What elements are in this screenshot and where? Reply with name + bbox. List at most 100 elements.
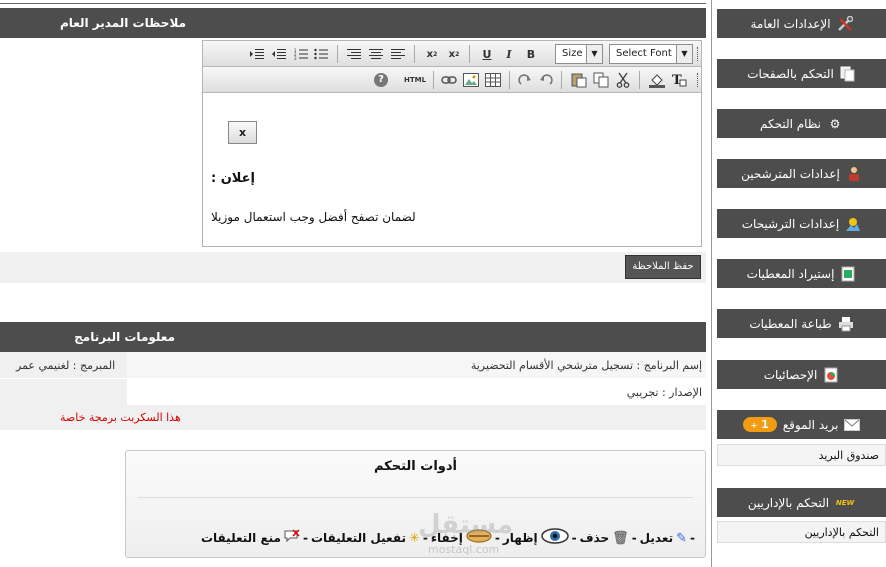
announcement-title: إعلان : [210, 171, 255, 186]
paste-icon[interactable] [571, 72, 587, 88]
align-left-icon[interactable] [390, 46, 406, 62]
toolbar-grip[interactable] [697, 73, 700, 87]
unordered-list-icon[interactable] [313, 46, 329, 62]
sidebar-item-candidates[interactable]: إعدادات المترشحين [717, 159, 886, 188]
sidebar-item-label: الإحصائيات [763, 367, 818, 382]
legend-separator: - [690, 531, 695, 545]
comment-blocked-icon [284, 529, 300, 547]
font-size-select[interactable]: Size ▼ [555, 44, 603, 64]
bold-icon[interactable]: B [523, 46, 539, 62]
html-icon[interactable]: HTML [403, 72, 427, 88]
svg-text:3: 3 [294, 56, 297, 60]
image-icon[interactable] [463, 72, 479, 88]
legend-disable-comments: منع التعليقات [200, 531, 281, 545]
plus-icon: + [750, 421, 758, 430]
italic-icon[interactable]: I [501, 46, 517, 62]
sidebar-item-site-mail[interactable]: بريد الموقع 1 + [717, 410, 886, 439]
mail-count-badge[interactable]: 1 + [742, 417, 777, 432]
program-name-label: إسم البرنامج : تسجيل مترشحي الأقسام التح… [470, 359, 702, 372]
sidebar-item-label: التحكم بالإداريين [747, 495, 830, 510]
font-size-select-value: Size [562, 48, 583, 59]
sidebar-item-label: إعدادات الترشيحات [741, 216, 840, 231]
sidebar-item-label: إستيراد المعطيات [746, 266, 835, 281]
sidebar-item-nominations[interactable]: إعدادات الترشيحات [717, 209, 886, 238]
sidebar-link-mailbox[interactable]: صندوق البريد [717, 444, 886, 466]
indent-icon[interactable] [249, 46, 265, 62]
toolbar-separator [337, 45, 338, 63]
chevron-down-icon: ▼ [586, 45, 602, 63]
sidebar-item-import[interactable]: إستيراد المعطيات [717, 259, 886, 288]
sidebar-item-pages[interactable]: التحكم بالصفحات [717, 59, 886, 88]
table-icon[interactable] [485, 72, 501, 88]
link-icon[interactable] [441, 72, 457, 88]
legend-edit: تعديل [639, 531, 674, 545]
envelope-icon [844, 417, 861, 433]
program-info-header: معلومات البرنامج [0, 322, 706, 352]
nominations-icon [845, 216, 861, 232]
undo-icon[interactable] [538, 72, 554, 88]
notes-header: ملاحظات المدير العام [0, 8, 706, 38]
cut-icon[interactable] [615, 72, 631, 88]
pencil-icon: ✎ [676, 530, 688, 546]
sidebar-link-admins[interactable]: التحكم بالإداريين [717, 521, 886, 543]
toolbar-separator [469, 45, 470, 63]
sidebar-item-admins[interactable]: NEW التحكم بالإداريين [717, 488, 886, 517]
save-note-button[interactable]: حفظ الملاحظة [625, 255, 701, 279]
close-button[interactable]: x [228, 121, 257, 144]
editor-toolbar-1: 123 x2 x2 U I B Size ▼ Select Font ▼ [203, 41, 701, 67]
help-icon[interactable]: ? [373, 72, 389, 88]
align-center-icon[interactable] [368, 46, 384, 62]
mail-label: بريد الموقع [782, 417, 839, 432]
underline-icon[interactable]: U [479, 46, 495, 62]
toolbar-grip[interactable] [697, 47, 700, 61]
sidebar-item-label: طباعة المعطيات [749, 316, 832, 331]
subscript-icon[interactable]: x2 [446, 46, 462, 62]
watermark-url: mostaql.com [428, 543, 500, 556]
superscript-icon[interactable]: x2 [424, 46, 440, 62]
toolbar-separator [414, 45, 415, 63]
candidates-icon [846, 166, 862, 182]
tools-divider [138, 497, 693, 498]
redo-icon[interactable] [517, 72, 533, 88]
programmer-label: المبرمج : لغنيمي عمر [16, 359, 116, 372]
save-bar: حفظ الملاحظة [0, 252, 706, 283]
version-label: الإصدار : تجريبي [626, 386, 702, 399]
rich-text-editor[interactable]: 123 x2 x2 U I B Size ▼ Select Font ▼ ? H… [202, 40, 702, 247]
announcement-body: لضمان تصفح أفضل وجب استعمال موزيلا [211, 210, 416, 224]
toolbar-separator [639, 71, 640, 89]
toolbar-separator [561, 71, 562, 89]
font-family-select[interactable]: Select Font ▼ [609, 44, 693, 64]
sidebar-item-label: نظام التحكم [759, 116, 822, 131]
sidebar-item-print[interactable]: طباعة المعطيات [717, 309, 886, 338]
legend-separator: - [302, 531, 308, 545]
copy-icon[interactable] [593, 72, 609, 88]
control-tools-box: أدوات التحكم - ✎ تعديل - 🗑 حذف - إظهار -… [125, 450, 706, 558]
outdent-icon[interactable] [271, 46, 287, 62]
background-color-icon[interactable] [649, 72, 665, 88]
legend-delete: حذف [579, 531, 610, 545]
align-right-icon[interactable] [346, 46, 362, 62]
sidebar-item-control-system[interactable]: ⚙ نظام التحكم [717, 109, 886, 138]
chevron-down-icon: ▼ [676, 45, 692, 63]
program-name-row: إسم البرنامج : تسجيل مترشحي الأقسام التح… [0, 352, 706, 378]
legend-separator: - [571, 531, 577, 545]
editor-toolbar-2: ? HTML T [203, 67, 701, 93]
tools-icon [837, 15, 853, 32]
pages-icon [840, 66, 856, 82]
column-divider [711, 0, 712, 567]
private-script-warning: هذا السكربت برمجة خاصة [60, 411, 181, 424]
control-tools-title: أدوات التحكم [373, 459, 458, 474]
sidebar-item-general-settings[interactable]: الإعدادات العامة [717, 9, 886, 38]
trash-icon: 🗑 [612, 530, 629, 546]
import-icon [840, 266, 856, 282]
ordered-list-icon[interactable]: 123 [293, 46, 309, 62]
legend-separator: - [631, 531, 637, 545]
text-color-icon[interactable]: T [671, 72, 687, 88]
top-divider [0, 3, 706, 4]
sidebar-item-statistics[interactable]: الإحصائيات [717, 360, 886, 389]
font-family-select-value: Select Font [616, 48, 672, 59]
stats-icon [823, 367, 839, 383]
legend-enable-comments: تفعيل التعليقات [310, 531, 406, 545]
sidebar-item-label: إعدادات المترشحين [741, 166, 840, 181]
program-info-header-title: معلومات البرنامج [74, 330, 175, 344]
